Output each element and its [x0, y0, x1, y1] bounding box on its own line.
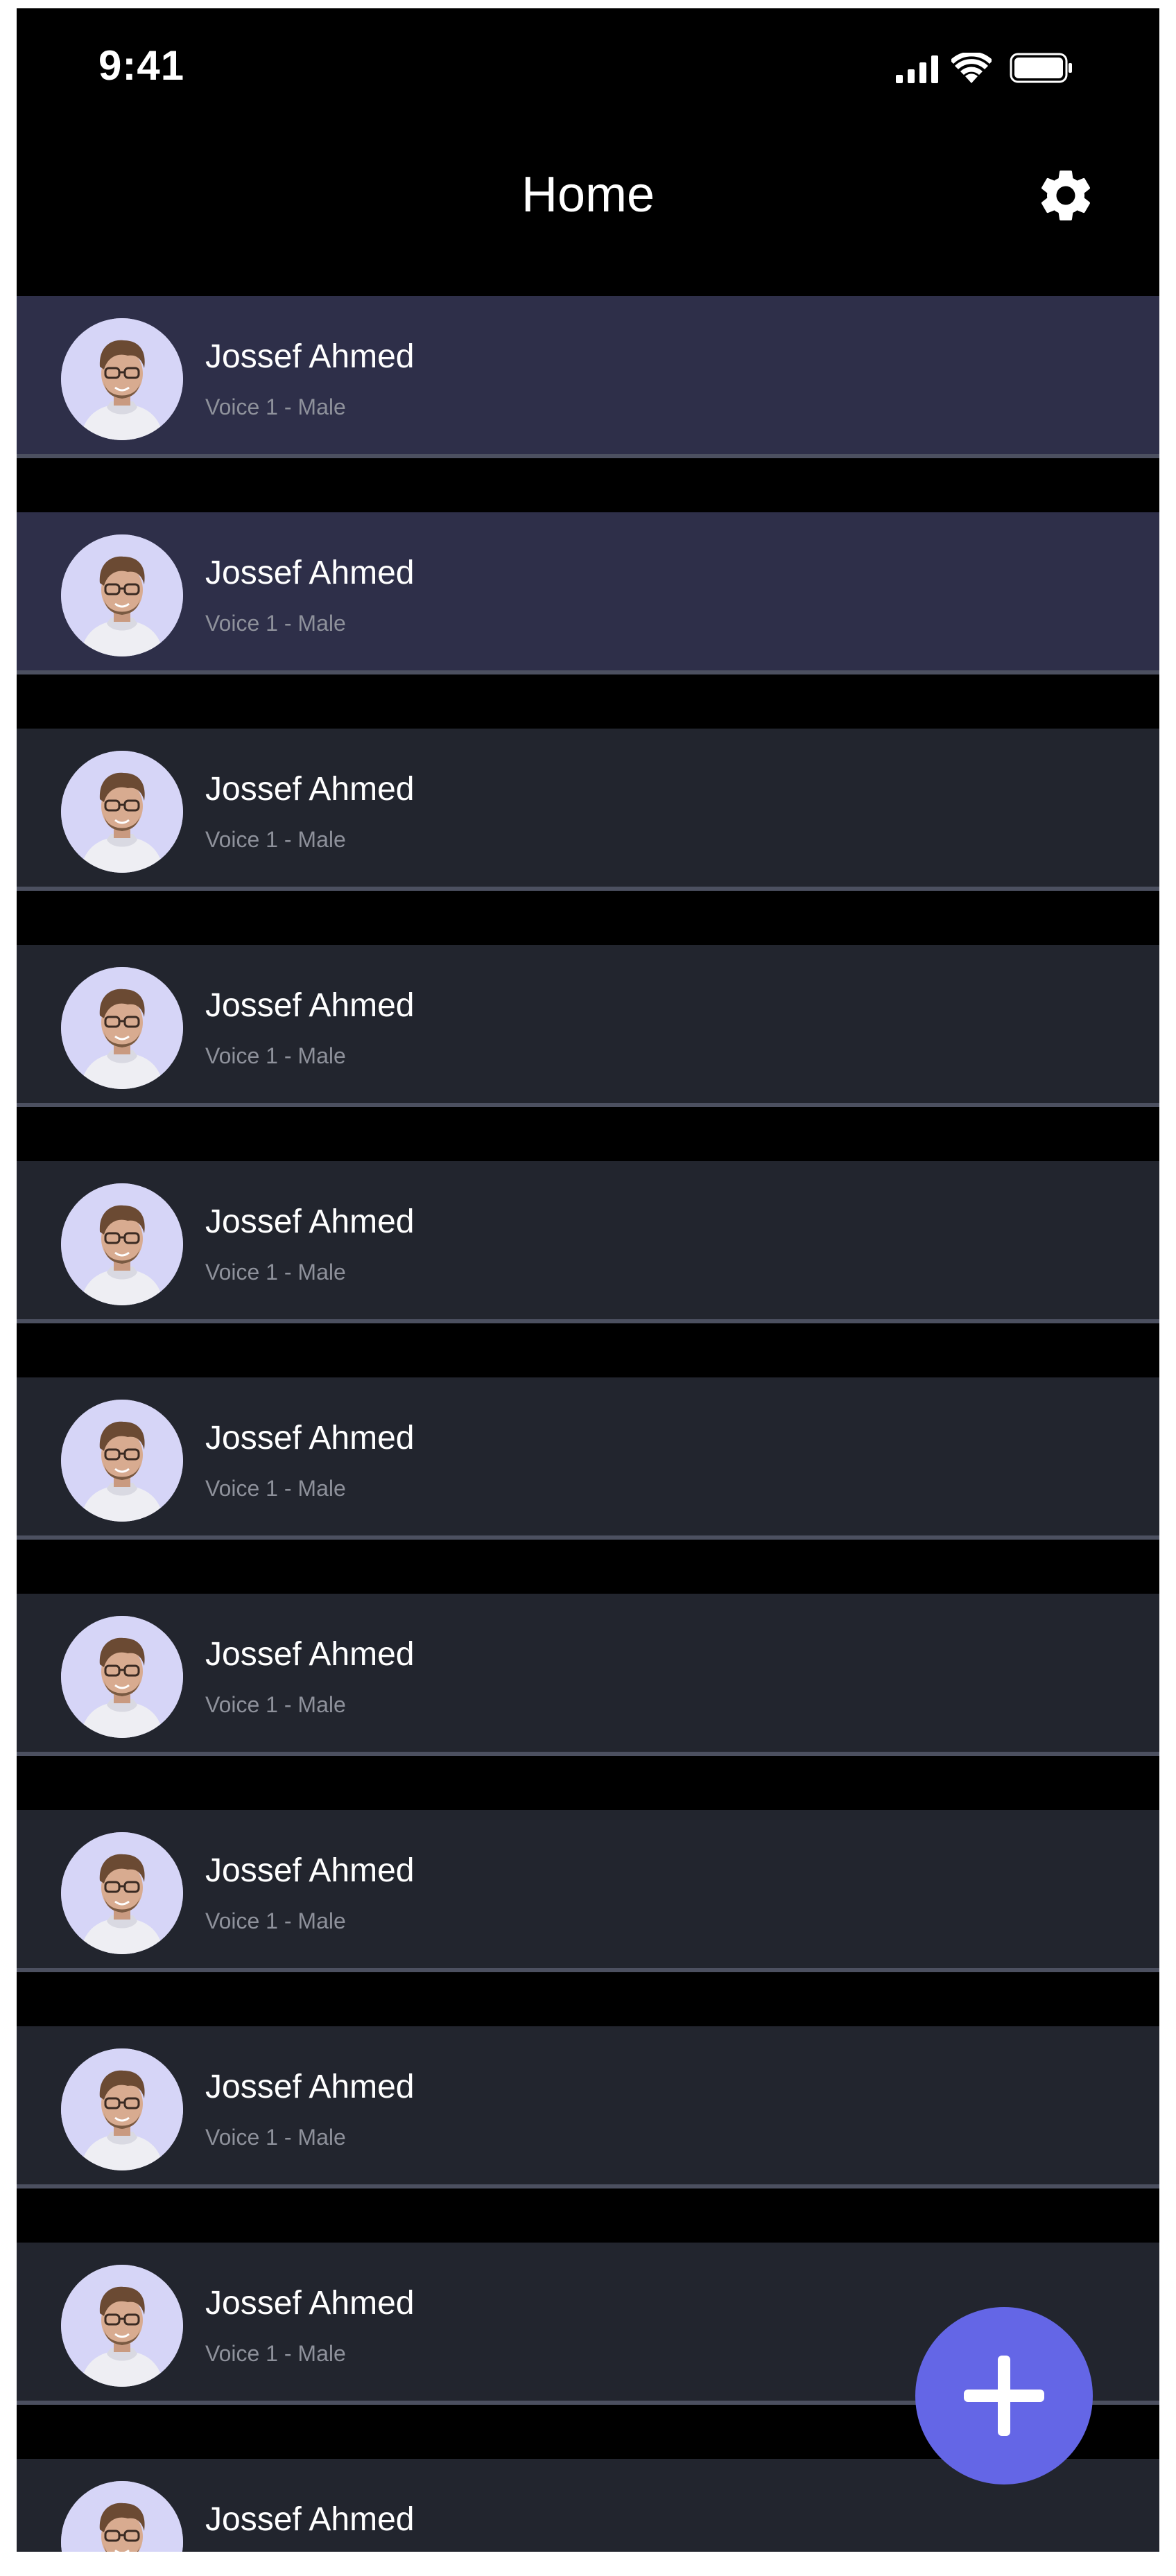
avatar — [61, 534, 183, 656]
voice-name: Jossef Ahmed — [205, 338, 415, 375]
avatar — [61, 318, 183, 440]
avatar — [61, 1400, 183, 1522]
voice-type: Voice 1 - Male — [205, 1043, 346, 1068]
status-bar: 9:41 — [17, 8, 1159, 133]
voice-type: Voice 1 - Male — [205, 1260, 346, 1285]
voice-type: Voice 1 - Male — [205, 2125, 346, 2150]
voice-list: Jossef Ahmed Voice 1 - Male Jossef Ahmed… — [17, 296, 1159, 2552]
voice-type: Voice 1 - Male — [205, 1908, 346, 1933]
page-title: Home — [521, 167, 655, 223]
voice-list-item[interactable]: Jossef Ahmed Voice 1 - Male — [17, 1161, 1159, 1323]
avatar — [61, 967, 183, 1089]
add-voice-button[interactable] — [915, 2307, 1093, 2484]
avatar — [61, 751, 183, 873]
voice-name: Jossef Ahmed — [205, 771, 415, 808]
voice-list-item[interactable]: Jossef Ahmed Voice 1 - Male — [17, 2026, 1159, 2188]
voice-name: Jossef Ahmed — [205, 2501, 415, 2538]
voice-name: Jossef Ahmed — [205, 2285, 415, 2322]
avatar — [61, 1832, 183, 1954]
header: Home — [17, 133, 1159, 299]
voice-list-item[interactable]: Jossef Ahmed Voice 1 - Male — [17, 1377, 1159, 1540]
voice-name: Jossef Ahmed — [205, 555, 415, 591]
avatar — [61, 1183, 183, 1305]
voice-name: Jossef Ahmed — [205, 1852, 415, 1889]
voice-name: Jossef Ahmed — [205, 1420, 415, 1456]
status-time: 9:41 — [98, 42, 185, 89]
voice-type: Voice 1 - Male — [205, 1476, 346, 1501]
voice-type: Voice 1 - Male — [205, 827, 346, 852]
cellular-signal-icon — [896, 55, 938, 83]
voice-list-item[interactable]: Jossef Ahmed Voice 1 - Male — [17, 512, 1159, 675]
voice-list-item[interactable]: Jossef Ahmed Voice 1 - Male — [17, 729, 1159, 891]
voice-name: Jossef Ahmed — [205, 2069, 415, 2105]
voice-type: Voice 1 - Male — [205, 1692, 346, 1717]
avatar — [61, 2265, 183, 2387]
avatar — [61, 2048, 183, 2170]
voice-list-item[interactable]: Jossef Ahmed Voice 1 - Male — [17, 1810, 1159, 1972]
voice-name: Jossef Ahmed — [205, 1203, 415, 1240]
voice-list-item[interactable]: Jossef Ahmed Voice 1 - Male — [17, 945, 1159, 1107]
app-screen: 9:41 Home Jossef Ahmed Voice 1 - Male Jo… — [17, 8, 1159, 2552]
avatar — [61, 1616, 183, 1738]
voice-name: Jossef Ahmed — [205, 1636, 415, 1673]
voice-list-item[interactable]: Jossef Ahmed Voice 1 - Male — [17, 296, 1159, 458]
settings-button[interactable] — [1035, 164, 1097, 227]
voice-type: Voice 1 - Male — [205, 611, 346, 636]
voice-type: Voice 1 - Male — [205, 2341, 346, 2366]
voice-type: Voice 1 - Male — [205, 394, 346, 419]
wifi-icon — [951, 53, 992, 83]
voice-name: Jossef Ahmed — [205, 987, 415, 1024]
avatar — [61, 2481, 183, 2552]
battery-icon — [1010, 53, 1072, 83]
gear-icon — [1041, 170, 1091, 220]
voice-list-item[interactable]: Jossef Ahmed Voice 1 - Male — [17, 1594, 1159, 1756]
